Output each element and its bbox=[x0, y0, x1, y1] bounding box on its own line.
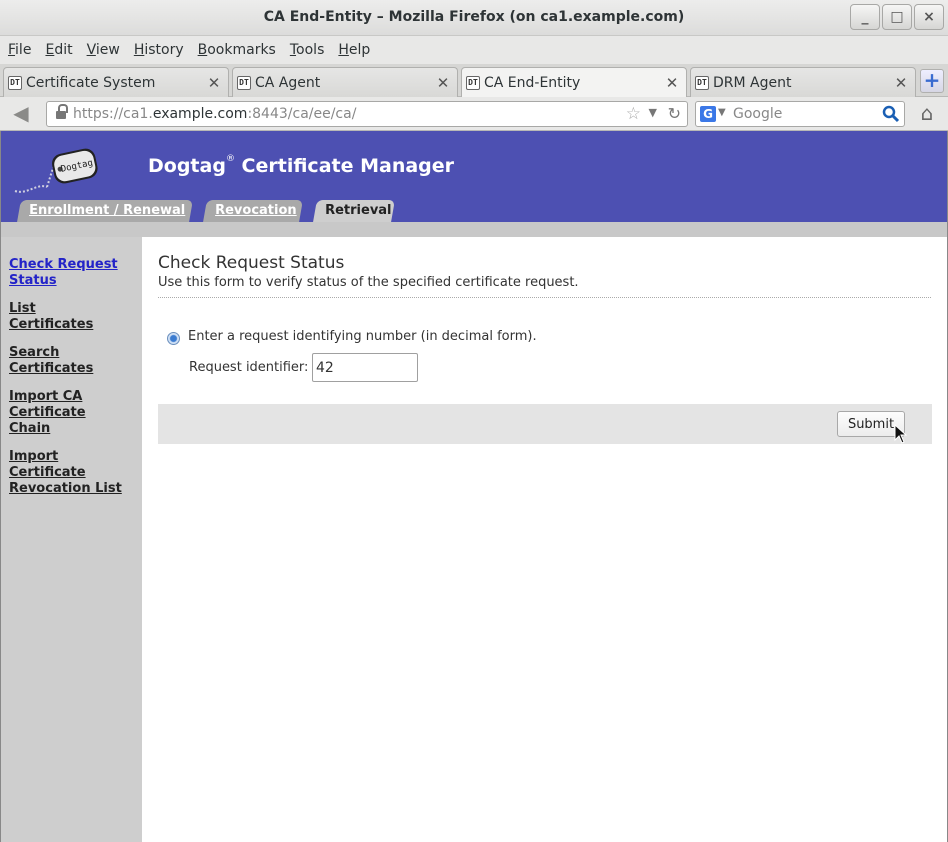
dogtag-favicon-icon: DT bbox=[8, 75, 22, 90]
browser-tab-ca-agent[interactable]: DT CA Agent ✕ bbox=[232, 67, 458, 97]
maximize-button[interactable]: □ bbox=[882, 4, 912, 30]
reload-icon[interactable]: ↻ bbox=[668, 104, 681, 123]
close-button[interactable]: × bbox=[914, 4, 944, 30]
sidebar-item-import-ca-certificate-chain[interactable]: Import CA Certificate Chain bbox=[9, 389, 99, 437]
url-dropdown-icon[interactable]: ▼ bbox=[649, 106, 657, 119]
tab-close-icon[interactable]: ✕ bbox=[435, 74, 451, 92]
url-text: https://ca1.example.com:8443/ca/ee/ca/ bbox=[73, 106, 357, 122]
search-placeholder: Google bbox=[733, 106, 783, 122]
tab-retrieval[interactable]: Retrieval bbox=[313, 200, 395, 222]
minimize-button[interactable]: _ bbox=[850, 4, 880, 30]
navigation-bar: ◀ https://ca1.example.com:8443/ca/ee/ca/… bbox=[0, 97, 948, 131]
back-arrow-icon[interactable]: ◀ bbox=[6, 102, 36, 126]
window-controls: _ □ × bbox=[848, 4, 944, 30]
divider bbox=[158, 297, 931, 298]
sidebar: Check Request Status List Certificates S… bbox=[1, 237, 142, 842]
search-icon[interactable] bbox=[882, 105, 900, 123]
menu-bar: File Edit View History Bookmarks Tools H… bbox=[0, 36, 948, 64]
page-header: Dogtag Dogtag® Certificate Manager Enrol… bbox=[1, 131, 947, 222]
menu-help[interactable]: Help bbox=[338, 42, 370, 58]
menu-view[interactable]: View bbox=[87, 42, 120, 58]
dogtag-favicon-icon: DT bbox=[466, 76, 480, 90]
mouse-cursor-icon bbox=[894, 424, 908, 444]
lock-icon bbox=[56, 104, 68, 120]
bookmark-star-icon[interactable]: ☆ bbox=[626, 104, 641, 124]
sidebar-item-search-certificates[interactable]: Search Certificates bbox=[9, 345, 99, 377]
header-divider-band bbox=[1, 222, 947, 237]
menu-edit[interactable]: Edit bbox=[45, 42, 72, 58]
search-engine-dropdown-icon[interactable]: ▼ bbox=[718, 107, 726, 118]
tab-close-icon[interactable]: ✕ bbox=[893, 74, 909, 92]
search-bar[interactable]: G ▼ Google bbox=[695, 101, 905, 127]
sidebar-item-list-certificates[interactable]: List Certificates bbox=[9, 301, 99, 333]
tab-label: DRM Agent bbox=[713, 74, 792, 91]
tab-close-icon[interactable]: ✕ bbox=[664, 74, 680, 92]
url-bar[interactable]: https://ca1.example.com:8443/ca/ee/ca/ ☆… bbox=[46, 101, 688, 127]
page-brand-title: Dogtag® Certificate Manager bbox=[148, 154, 455, 177]
request-identifier-label: Request identifier: bbox=[189, 360, 309, 375]
browser-tab-bar: DT Certificate System ✕ DT CA Agent ✕ DT… bbox=[0, 64, 948, 98]
menu-file[interactable]: File bbox=[8, 42, 31, 58]
dogtag-favicon-icon: DT bbox=[237, 75, 251, 90]
window-title: CA End-Entity – Mozilla Firefox (on ca1.… bbox=[263, 9, 685, 25]
request-number-radio[interactable] bbox=[167, 332, 180, 345]
browser-tab-ca-end-entity[interactable]: DT CA End-Entity ✕ bbox=[461, 67, 687, 98]
main-content: Check Request Status Use this form to ve… bbox=[142, 237, 947, 842]
tab-close-icon[interactable]: ✕ bbox=[206, 74, 222, 92]
window-titlebar: CA End-Entity – Mozilla Firefox (on ca1.… bbox=[0, 0, 948, 36]
sidebar-item-import-certificate-revocation-list[interactable]: Import Certificate Revocation List bbox=[9, 449, 129, 497]
tab-label: CA End-Entity bbox=[484, 75, 581, 91]
dogtag-favicon-icon: DT bbox=[695, 75, 709, 90]
submit-bar: Submit bbox=[158, 404, 932, 444]
form-description: Use this form to verify status of the sp… bbox=[158, 275, 579, 290]
tab-label: CA Agent bbox=[255, 74, 321, 91]
sidebar-item-check-request-status[interactable]: Check Request Status bbox=[9, 257, 134, 289]
web-page: Dogtag Dogtag® Certificate Manager Enrol… bbox=[0, 131, 948, 842]
menu-tools[interactable]: Tools bbox=[290, 42, 325, 58]
browser-tab-drm-agent[interactable]: DT DRM Agent ✕ bbox=[690, 67, 916, 97]
tab-enrollment-renewal[interactable]: Enrollment / Renewal bbox=[17, 200, 193, 222]
radio-label: Enter a request identifying number (in d… bbox=[188, 329, 537, 344]
tab-revocation[interactable]: Revocation bbox=[203, 200, 303, 222]
dogtag-logo-icon: Dogtag bbox=[14, 148, 98, 193]
home-icon[interactable]: ⌂ bbox=[914, 103, 940, 125]
menu-history[interactable]: History bbox=[134, 42, 184, 58]
tab-label: Certificate System bbox=[26, 74, 156, 91]
google-icon[interactable]: G bbox=[700, 106, 716, 122]
menu-bookmarks[interactable]: Bookmarks bbox=[198, 42, 276, 58]
browser-tab-certificate-system[interactable]: DT Certificate System ✕ bbox=[3, 67, 229, 97]
request-identifier-input[interactable] bbox=[312, 353, 418, 382]
form-title: Check Request Status bbox=[158, 253, 345, 273]
new-tab-plus-icon[interactable]: + bbox=[920, 69, 944, 93]
